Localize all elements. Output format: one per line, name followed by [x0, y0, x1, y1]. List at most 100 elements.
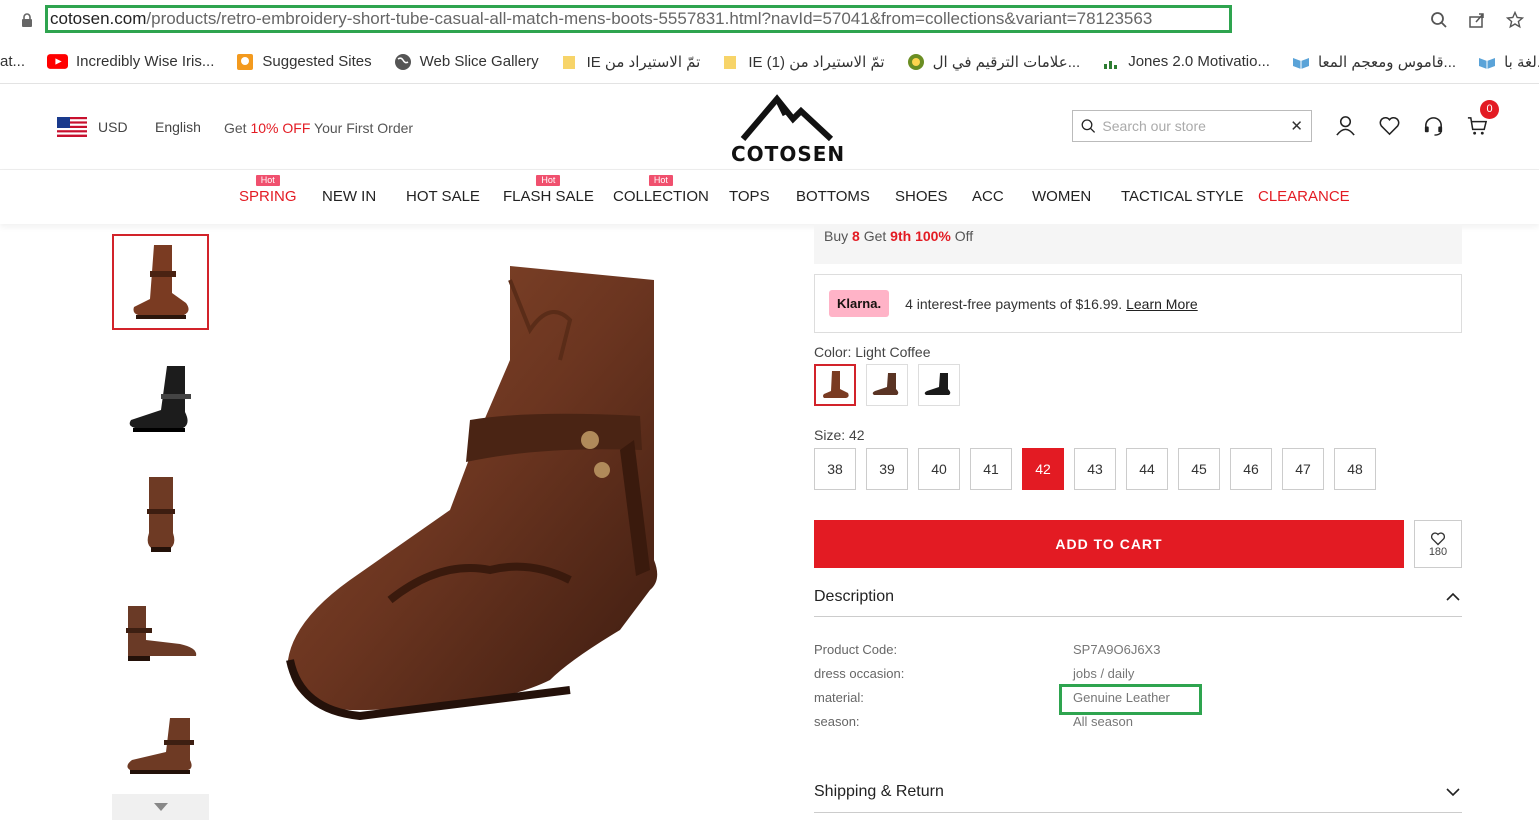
bookmark-label: قاموس ومعجم المعا...	[1317, 53, 1457, 71]
add-to-cart-button[interactable]: ADD TO CART	[814, 520, 1404, 568]
nav-item-bottoms[interactable]: BOTTOMS	[796, 188, 870, 205]
cart-count-badge: 0	[1480, 100, 1499, 119]
search-input[interactable]	[1102, 118, 1284, 134]
nav-item-flash-sale[interactable]: Hot FLASH SALE	[503, 175, 594, 205]
url-path: /products/retro-embroidery-short-tube-ca…	[146, 9, 1153, 28]
globe-icon	[394, 53, 411, 70]
zoom-icon[interactable]	[1427, 8, 1451, 32]
offer-percent: 100%	[915, 228, 951, 244]
bookmark-item[interactable]: قاموس ومعجم المعا...	[1281, 53, 1467, 71]
offer-buy-count: 8	[852, 228, 860, 244]
color-swatch-light-coffee[interactable]	[814, 364, 856, 406]
site-icon	[907, 53, 924, 70]
size-option[interactable]: 48	[1334, 448, 1376, 490]
nav-label: SHOES	[895, 188, 948, 205]
boot-image	[823, 371, 849, 398]
size-option-selected[interactable]: 42	[1022, 448, 1064, 490]
color-swatches	[814, 364, 960, 406]
bookmark-item[interactable]: علامات الترقيم في ال...	[896, 53, 1092, 71]
clear-icon[interactable]: ✕	[1290, 117, 1303, 135]
site-header: USD English Get 10% OFF Your First Order…	[0, 84, 1539, 170]
bookmark-item[interactable]: Suggested Sites	[225, 53, 382, 71]
main-nav: Hot SPRING NEW IN HOT SALE Hot FLASH SAL…	[0, 170, 1539, 224]
product-thumbnail-1[interactable]	[112, 234, 209, 330]
nav-item-collection[interactable]: Hot COLLECTION	[613, 175, 709, 205]
size-option[interactable]: 41	[970, 448, 1012, 490]
bookmark-item[interactable]: at...	[0, 53, 36, 70]
boot-image	[924, 373, 951, 395]
hot-tag: Hot	[536, 175, 561, 186]
wishlist-button[interactable]: 180	[1414, 520, 1462, 568]
nav-item-spring[interactable]: Hot SPRING	[239, 175, 297, 205]
size-option[interactable]: 38	[814, 448, 856, 490]
klarna-learn-more-link[interactable]: Learn More	[1126, 296, 1198, 312]
bookmark-item[interactable]: Jones 2.0 Motivatio...	[1091, 53, 1281, 71]
shipping-title: Shipping & Return	[814, 783, 944, 800]
bookmark-label: لغة با...	[1504, 53, 1539, 71]
site-logo[interactable]: COTOSEN	[731, 93, 844, 166]
bookmark-item[interactable]: IE (1) تمّ الاستيراد من	[711, 53, 895, 71]
color-swatch-dark-coffee[interactable]	[866, 364, 908, 406]
spec-row: Product Code: SP7A9O6J6X3	[814, 642, 1462, 666]
size-option[interactable]: 40	[918, 448, 960, 490]
nav-label: FLASH SALE	[503, 188, 594, 205]
boot-image	[125, 606, 196, 661]
chevron-up-icon	[1446, 592, 1460, 601]
color-swatch-black[interactable]	[918, 364, 960, 406]
nav-item-acc[interactable]: ACC	[972, 188, 1004, 205]
nav-item-shoes[interactable]: SHOES	[895, 188, 948, 205]
mountain-logo-icon	[740, 94, 834, 142]
nav-item-tactical-style[interactable]: TACTICAL STYLE	[1121, 188, 1244, 205]
language-selector[interactable]: English	[155, 119, 201, 135]
url-host: cotosen.com	[50, 9, 147, 28]
thumbnail-scroll-down[interactable]	[112, 794, 209, 820]
bookmark-label: Suggested Sites	[262, 53, 372, 70]
product-thumbnail-5[interactable]	[112, 696, 209, 792]
nav-item-new-in[interactable]: NEW IN	[322, 188, 376, 205]
size-option[interactable]: 39	[866, 448, 908, 490]
size-option[interactable]: 44	[1126, 448, 1168, 490]
main-product-image[interactable]	[270, 240, 700, 721]
cart-button[interactable]: 0	[1466, 100, 1499, 137]
first-order-promo[interactable]: Get 10% OFF Your First Order	[224, 120, 413, 136]
size-option[interactable]: 45	[1178, 448, 1220, 490]
heart-icon[interactable]	[1378, 114, 1401, 137]
nav-item-clearance[interactable]: CLEARANCE	[1258, 188, 1350, 205]
size-option[interactable]: 46	[1230, 448, 1272, 490]
bookmark-item[interactable]: Web Slice Gallery	[383, 53, 550, 71]
nav-label: COLLECTION	[613, 188, 709, 205]
bookmark-item[interactable]: IE تمّ الاستيراد من	[550, 53, 712, 71]
nav-item-tops[interactable]: TOPS	[729, 188, 770, 205]
url-field[interactable]: cotosen.com/products/retro-embroidery-sh…	[45, 5, 1232, 33]
folder-icon	[724, 55, 737, 69]
product-thumbnail-2[interactable]	[112, 352, 209, 448]
share-icon[interactable]	[1465, 8, 1489, 32]
spec-value: SP7A9O6J6X3	[1073, 642, 1161, 657]
star-icon[interactable]	[1503, 8, 1527, 32]
bookmark-item[interactable]: لغة با...	[1467, 53, 1539, 71]
offer-off: Off	[954, 228, 974, 244]
nav-item-hot-sale[interactable]: HOT SALE	[406, 188, 480, 205]
nav-item-women[interactable]: WOMEN	[1032, 188, 1091, 205]
bookmark-label: علامات الترقيم في ال...	[932, 53, 1081, 71]
account-icon[interactable]	[1334, 114, 1357, 137]
product-thumbnail-3[interactable]	[112, 466, 209, 562]
search-icon	[1081, 119, 1096, 133]
headset-icon[interactable]	[1422, 114, 1445, 137]
product-thumbnail-4[interactable]	[112, 584, 209, 680]
bookmark-label: Web Slice Gallery	[419, 53, 539, 70]
klarna-banner: Klarna. 4 interest-free payments of $16.…	[814, 274, 1462, 333]
size-option[interactable]: 47	[1282, 448, 1324, 490]
size-option[interactable]: 43	[1074, 448, 1116, 490]
boot-image	[133, 245, 189, 319]
bookmark-item[interactable]: Incredibly Wise Iris...	[36, 53, 225, 70]
shipping-return-toggle[interactable]: Shipping & Return	[814, 772, 1462, 813]
us-flag-icon[interactable]	[57, 117, 87, 137]
promo-highlight: 10% OFF	[250, 120, 311, 136]
currency-selector[interactable]: USD	[98, 119, 128, 135]
description-toggle[interactable]: Description	[814, 575, 1462, 617]
nav-label: NEW IN	[322, 188, 377, 205]
bundle-offer: Buy 8 Get 9th 100% Off	[814, 224, 1462, 264]
suggested-sites-icon	[237, 53, 254, 70]
search-box[interactable]: ✕	[1072, 110, 1312, 142]
